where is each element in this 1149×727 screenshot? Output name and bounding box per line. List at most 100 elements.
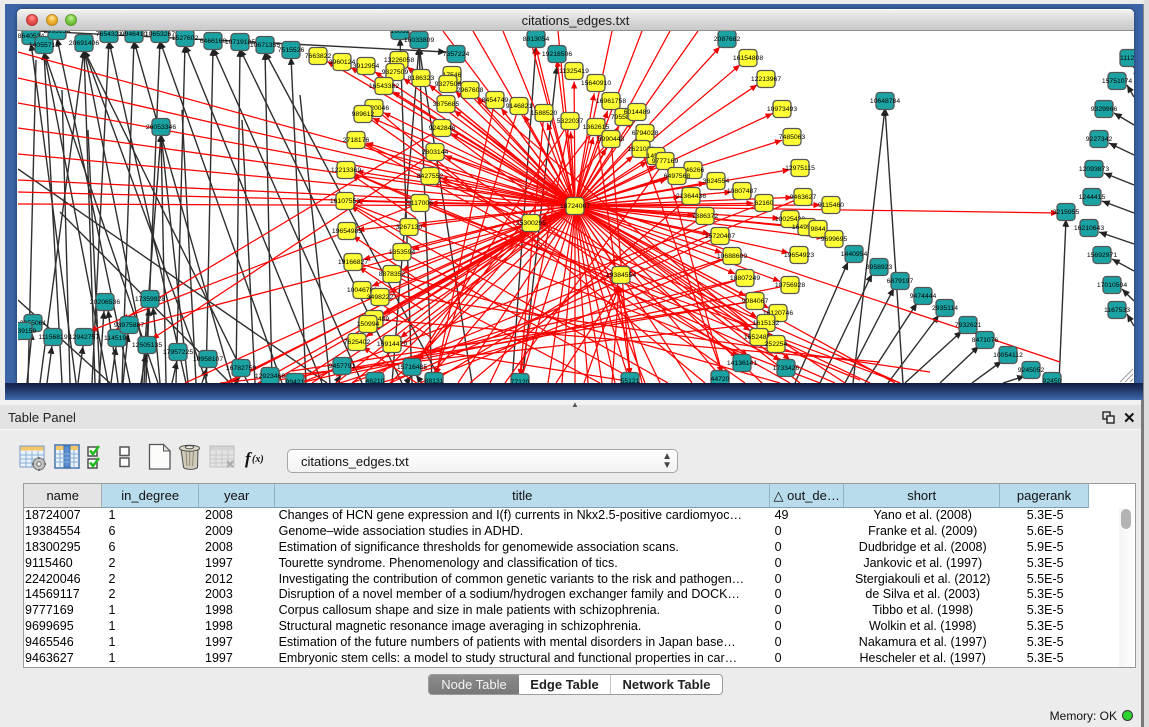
svg-text:88131: 88131 — [425, 378, 444, 383]
svg-text:1527602: 1527602 — [172, 35, 199, 42]
svg-text:10756928: 10756928 — [775, 282, 805, 289]
svg-text:9844: 9844 — [810, 226, 825, 233]
svg-text:7625402: 7625402 — [344, 339, 371, 346]
svg-text:20206536: 20206536 — [90, 299, 120, 306]
svg-text:1145194: 1145194 — [104, 335, 130, 342]
svg-text:1588520: 1588520 — [531, 110, 558, 117]
svg-text:7654321: 7654321 — [96, 31, 123, 38]
svg-text:2087682: 2087682 — [714, 36, 741, 43]
svg-text:3875685: 3875685 — [433, 101, 460, 108]
svg-text:6794028: 6794028 — [632, 130, 659, 137]
svg-text:12213369: 12213369 — [331, 167, 361, 174]
svg-text:17010504: 17010504 — [1097, 282, 1127, 289]
svg-text:15716485: 15716485 — [397, 364, 427, 371]
svg-text:44720: 44720 — [711, 376, 730, 383]
svg-text:150994: 150994 — [357, 321, 380, 328]
svg-text:7386372: 7386372 — [692, 213, 719, 220]
svg-text:18807249: 18807249 — [730, 275, 760, 282]
svg-text:9242848: 9242848 — [429, 125, 456, 132]
svg-text:9117006: 9117006 — [407, 200, 433, 207]
svg-text:12942757: 12942757 — [69, 334, 99, 341]
svg-text:17359928: 17359928 — [135, 296, 165, 303]
svg-text:9946410: 9946410 — [121, 31, 148, 38]
svg-text:92450: 92450 — [1043, 378, 1062, 383]
svg-text:14136141: 14136141 — [727, 360, 757, 367]
svg-text:16210643: 16210643 — [1074, 225, 1104, 232]
svg-text:5322037: 5322037 — [557, 118, 584, 125]
svg-text:19166827: 19166827 — [338, 259, 368, 266]
svg-text:46210: 46210 — [366, 378, 385, 383]
svg-text:10054112: 10054112 — [993, 352, 1023, 359]
svg-text:10648784: 10648784 — [870, 98, 900, 105]
svg-text:16543382: 16543382 — [369, 83, 399, 90]
svg-text:3912954: 3912954 — [353, 63, 380, 70]
svg-text:2993134: 2993134 — [44, 31, 71, 35]
svg-text:7485063: 7485063 — [779, 134, 806, 141]
svg-text:19654923: 19654923 — [784, 252, 814, 259]
svg-text:17957225: 17957225 — [163, 349, 193, 356]
svg-text:16961758: 16961758 — [596, 98, 626, 105]
svg-text:77120: 77120 — [511, 379, 530, 383]
svg-text:1440954: 1440954 — [841, 251, 868, 258]
svg-text:10973493: 10973493 — [767, 106, 797, 113]
svg-text:26053346: 26053346 — [146, 124, 176, 131]
svg-text:25300295: 25300295 — [516, 220, 546, 227]
svg-text:2967608: 2967608 — [457, 87, 484, 94]
svg-text:21364436: 21364436 — [676, 193, 706, 200]
svg-text:1733426: 1733426 — [773, 365, 800, 372]
svg-text:2935114: 2935114 — [932, 305, 958, 312]
svg-text:9463627: 9463627 — [790, 194, 817, 201]
svg-text:9084067: 9084067 — [742, 298, 769, 305]
svg-text:9329966: 9329966 — [1091, 106, 1118, 113]
svg-text:7357224: 7357224 — [443, 51, 470, 58]
svg-text:6497568: 6497568 — [664, 173, 691, 180]
svg-text:8958923: 8958923 — [866, 264, 893, 271]
svg-text:252254: 252254 — [765, 341, 788, 348]
svg-text:15720407: 15720407 — [705, 233, 735, 240]
svg-text:8186323: 8186323 — [408, 75, 435, 82]
svg-text:15751074: 15751074 — [1102, 78, 1132, 85]
svg-text:9227342: 9227342 — [1086, 136, 1113, 143]
svg-text:1353594: 1353594 — [389, 249, 416, 256]
svg-text:16782759: 16782759 — [226, 365, 256, 372]
svg-text:20691406: 20691406 — [69, 40, 99, 47]
svg-text:19218506: 19218506 — [542, 51, 572, 58]
svg-text:9777169: 9777169 — [652, 158, 679, 165]
svg-text:9457791: 9457791 — [329, 363, 356, 370]
svg-text:8471076: 8471076 — [972, 337, 999, 344]
svg-text:19654985: 19654985 — [332, 228, 362, 235]
svg-text:9474444: 9474444 — [910, 293, 937, 300]
svg-text:(x): (x) — [252, 454, 264, 465]
svg-text:62160: 62160 — [755, 200, 774, 207]
svg-text:6879197: 6879197 — [887, 278, 914, 285]
svg-text:2803144: 2803144 — [422, 149, 449, 156]
svg-text:19384554: 19384554 — [606, 272, 636, 279]
svg-text:6466160: 6466160 — [200, 38, 227, 45]
svg-text:10958107: 10958107 — [193, 356, 223, 363]
svg-text:3267130: 3267130 — [396, 224, 423, 231]
svg-text:8990448: 8990448 — [598, 136, 625, 143]
svg-text:2718176: 2718176 — [343, 137, 370, 144]
svg-text:11156819: 11156819 — [38, 334, 67, 341]
svg-text:1244415: 1244415 — [1079, 194, 1106, 201]
svg-text:3624554: 3624554 — [703, 178, 730, 185]
svg-text:989612: 989612 — [352, 111, 375, 118]
svg-text:16033809: 16033809 — [404, 37, 434, 44]
svg-text:16154808: 16154808 — [733, 55, 763, 62]
svg-text:3498222: 3498222 — [367, 294, 394, 301]
svg-text:8813054: 8813054 — [523, 36, 550, 43]
svg-text:10653267: 10653267 — [145, 31, 175, 38]
svg-text:10671355: 10671355 — [250, 42, 280, 49]
svg-text:16107553: 16107553 — [330, 198, 360, 205]
svg-text:8454749: 8454749 — [482, 97, 509, 104]
svg-text:12975115: 12975115 — [785, 165, 815, 172]
svg-text:9146821: 9146821 — [506, 103, 533, 110]
svg-text:55121: 55121 — [621, 378, 640, 383]
svg-text:7932621: 7932621 — [955, 322, 982, 329]
svg-text:12923468: 12923468 — [255, 373, 285, 380]
svg-text:6014489: 6014489 — [624, 109, 651, 116]
svg-text:15640910: 15640910 — [581, 80, 611, 87]
svg-text:12093873: 12093873 — [1079, 166, 1109, 173]
svg-text:9245052: 9245052 — [1018, 367, 1045, 374]
svg-text:12213967: 12213967 — [751, 76, 781, 83]
